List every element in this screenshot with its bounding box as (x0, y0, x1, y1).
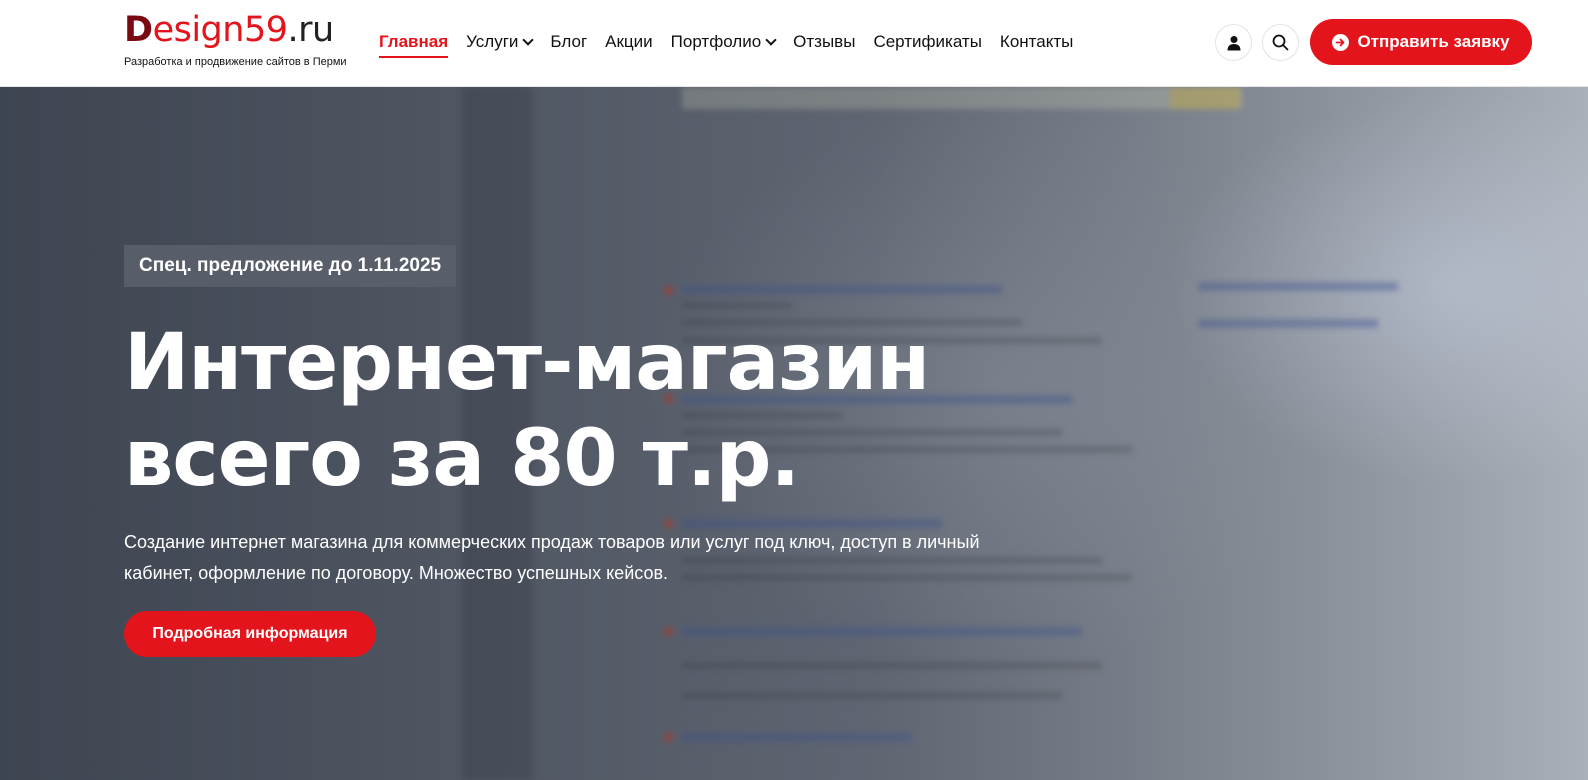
main-nav: Главная Услуги Блог Акции Портфолио Отзы… (379, 30, 1082, 58)
account-button[interactable] (1215, 24, 1252, 61)
nav-item-promotions[interactable]: Акции (596, 30, 662, 54)
send-request-button[interactable]: Отправить заявку (1310, 19, 1532, 65)
chevron-down-icon (765, 34, 777, 46)
nav-label: Отзывы (793, 32, 856, 51)
nav-item-portfolio[interactable]: Портфолио (662, 30, 784, 54)
logo-wordmark: Design59.ru (124, 10, 347, 50)
nav-label: Портфолио (670, 32, 762, 51)
search-icon (1272, 34, 1289, 51)
nav-label: Сертификаты (873, 32, 982, 51)
nav-item-home[interactable]: Главная (379, 30, 457, 58)
nav-label: Акции (605, 32, 653, 51)
nav-item-certificates[interactable]: Сертификаты (864, 30, 990, 54)
hero-title-line: Интернет-магазин (124, 318, 930, 408)
logo-part-d: D (124, 10, 153, 50)
logo-part-name: esign59 (152, 10, 288, 50)
nav-label: Главная (379, 32, 449, 51)
nav-item-blog[interactable]: Блог (541, 30, 596, 54)
logo[interactable]: Design59.ru Разработка и продвижение сай… (124, 10, 347, 68)
hero-section: Спец. предложение до 1.11.2025 Интернет-… (0, 87, 1588, 780)
nav-label: Контакты (999, 32, 1074, 51)
nav-label: Услуги (466, 32, 519, 51)
site-header: Design59.ru Разработка и продвижение сай… (0, 0, 1588, 87)
arrow-right-circle-icon (1332, 33, 1350, 51)
chevron-down-icon (522, 34, 535, 46)
user-icon (1227, 35, 1240, 50)
more-info-button[interactable]: Подробная информация (124, 611, 376, 657)
nav-label: Блог (550, 32, 588, 51)
send-request-label: Отправить заявку (1357, 32, 1510, 51)
nav-item-contacts[interactable]: Контакты (991, 30, 1082, 54)
hero-description: Создание интернет магазина для коммерчес… (124, 532, 980, 583)
logo-tagline: Разработка и продвижение сайтов в Перми (124, 56, 347, 68)
hero-title-line: всего за 80 т.р. (124, 414, 800, 504)
special-offer-badge: Спец. предложение до 1.11.2025 (124, 245, 457, 287)
search-button[interactable] (1262, 24, 1299, 61)
nav-item-reviews[interactable]: Отзывы (784, 30, 864, 54)
hero-title: Интернет-магазин всего за 80 т.р. (124, 315, 1024, 507)
nav-item-services[interactable]: Услуги (457, 30, 541, 54)
logo-part-domain: .ru (287, 10, 335, 50)
